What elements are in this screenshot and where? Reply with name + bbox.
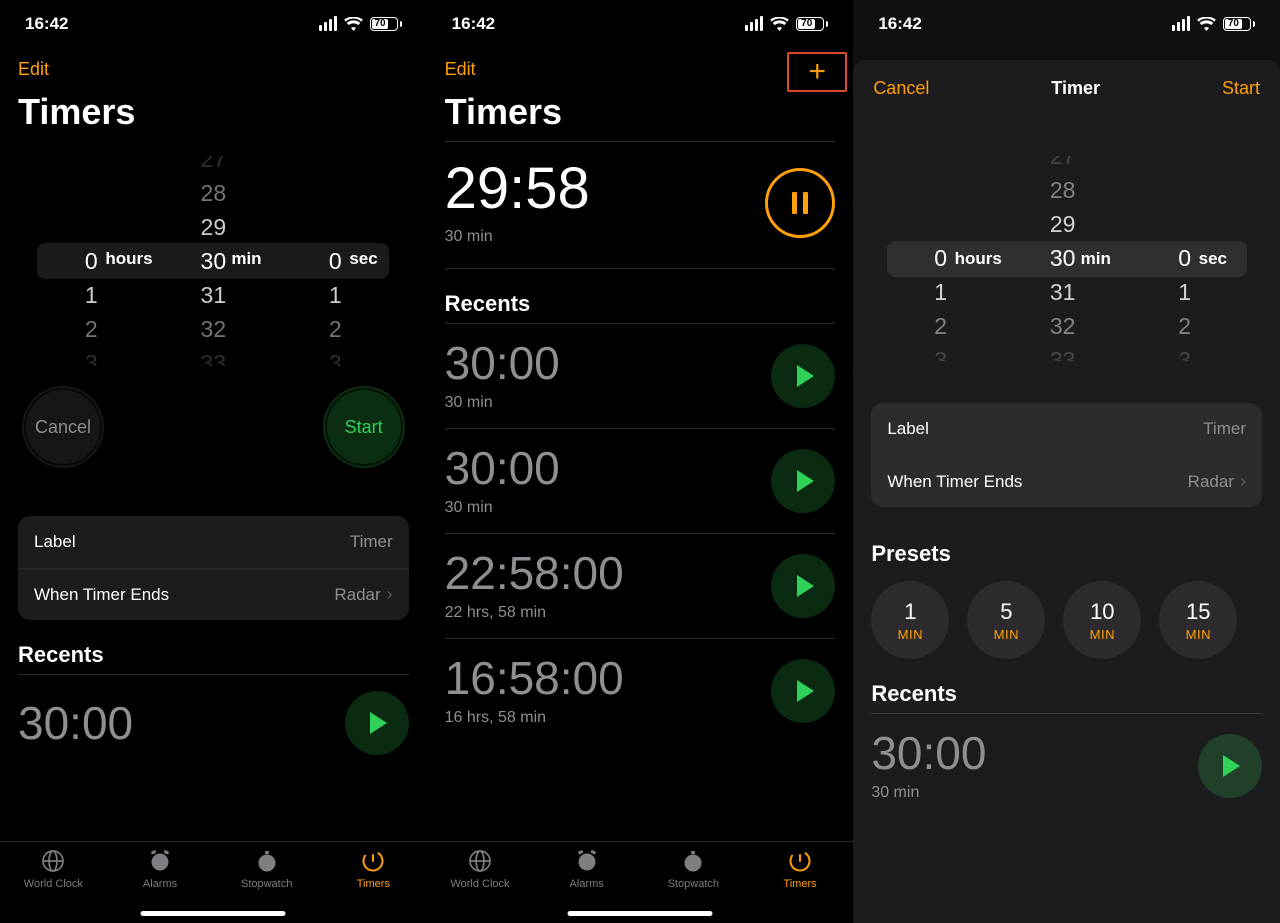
recent-item[interactable]: 30:0030 min [445,324,836,429]
wifi-icon [770,17,789,31]
preset-button[interactable]: 5MIN [967,581,1045,659]
play-icon [797,575,814,597]
label-row[interactable]: Label Timer [18,516,409,568]
play-button[interactable] [771,659,835,723]
globe-icon [467,848,493,874]
preset-button[interactable]: 10MIN [1063,581,1141,659]
battery-icon: 70 [796,17,828,31]
stopwatch-icon [680,848,706,874]
running-timer[interactable]: 29:58 30 min [445,142,836,269]
phone-screen-2: 16:42 70 Edit + Timers 29:58 30 min Rece… [427,0,854,923]
add-button-highlight: + [787,52,847,92]
home-indicator[interactable] [141,911,286,916]
statusbar-time: 16:42 [25,14,68,34]
pause-button[interactable] [765,168,835,238]
page-title: Timers [427,91,854,141]
battery-icon: 70 [370,17,402,31]
start-button[interactable]: Start [1222,78,1260,99]
home-indicator[interactable] [567,911,712,916]
hours-wheel[interactable]: ... 0 1 2 3 hours [877,156,1005,361]
minutes-wheel[interactable]: 27 28 29 30 31 32 33 min [155,156,271,366]
pause-icon [792,192,797,214]
when-timer-ends-row[interactable]: When Timer Ends Radar› [18,568,409,620]
page-title: Timers [0,91,427,141]
recent-item[interactable]: 22:58:0022 hrs, 58 min [445,534,836,639]
timer-options-list: Label Timer When Timer Ends Radar› [18,516,409,620]
alarm-icon [147,848,173,874]
play-button[interactable] [1198,734,1262,798]
statusbar: 16:42 70 [853,0,1280,47]
tab-timers[interactable]: Timers [747,848,854,923]
sheet-title: Timer [1051,78,1100,99]
recents-heading: Recents [871,681,1262,707]
tab-world-clock[interactable]: World Clock [0,848,107,923]
play-icon [797,470,814,492]
play-icon [797,680,814,702]
statusbar-time: 16:42 [452,14,495,34]
chevron-right-icon: › [387,584,393,605]
seconds-wheel[interactable]: ... 0 1 2 3 sec [1121,156,1249,361]
preset-button[interactable]: 1MIN [871,581,949,659]
alarm-icon [574,848,600,874]
edit-button[interactable]: Edit [18,59,49,80]
play-icon [797,365,814,387]
recents-heading: Recents [18,642,409,668]
phone-screen-3: 16:42 70 Cancel Timer Start ... 0 1 2 [853,0,1280,923]
running-timer-label: 30 min [445,228,590,246]
duration-picker[interactable]: ... 0 1 2 3 hours 27 28 29 30 31 32 33 m… [27,156,399,366]
wifi-icon [1197,17,1216,31]
presets-heading: Presets [871,541,1262,567]
label-row[interactable]: Label Timer [871,403,1262,455]
timer-icon [787,848,813,874]
statusbar: 16:42 70 [0,0,427,47]
preset-button[interactable]: 15MIN [1159,581,1237,659]
globe-icon [40,848,66,874]
recent-item[interactable]: 16:58:0016 hrs, 58 min [445,639,836,743]
add-button[interactable]: + [802,55,832,89]
running-timer-time: 29:58 [445,160,590,218]
play-icon [370,712,387,734]
recent-item[interactable]: 30:0030 min [445,429,836,534]
hours-wheel[interactable]: ... 0 1 2 3 hours [27,156,155,366]
play-button[interactable] [771,554,835,618]
duration-picker[interactable]: ... 0 1 2 3 hours 27 28 29 30 31 32 33 m… [877,156,1257,361]
play-icon [1223,755,1240,777]
seconds-wheel[interactable]: ... 0 1 2 3 sec [271,156,399,366]
cancel-button[interactable]: Cancel [873,78,929,99]
edit-button[interactable]: Edit [445,59,476,80]
recents-heading: Recents [445,291,836,317]
cancel-button[interactable]: Cancel [22,386,104,468]
wifi-icon [344,17,363,31]
play-button[interactable] [771,344,835,408]
chevron-right-icon: › [1240,471,1246,492]
tab-timers[interactable]: Timers [320,848,427,923]
navbar: Edit [0,47,427,91]
cellular-icon [319,16,337,31]
timer-options-list: Label Timer When Timer Ends Radar› [871,403,1262,507]
minutes-wheel[interactable]: 27 28 29 30 31 32 33 min [1005,156,1121,361]
recent-item[interactable]: 30:00 30 min [871,714,1262,818]
sheet-navbar: Cancel Timer Start [853,60,1280,116]
phone-screen-1: 16:42 70 Edit Timers ... 0 1 2 3 hours [0,0,427,923]
presets-row: 1MIN 5MIN 10MIN 15MIN [871,581,1262,659]
new-timer-sheet: Cancel Timer Start ... 0 1 2 3 hours 27 … [853,60,1280,923]
when-timer-ends-row[interactable]: When Timer Ends Radar› [871,455,1262,507]
start-button[interactable]: Start [323,386,405,468]
statusbar-time: 16:42 [878,14,921,34]
battery-icon: 70 [1223,17,1255,31]
cellular-icon [1172,16,1190,31]
cellular-icon [745,16,763,31]
statusbar: 16:42 70 [427,0,854,47]
play-button[interactable] [771,449,835,513]
tab-world-clock[interactable]: World Clock [427,848,534,923]
play-button[interactable] [345,691,409,755]
recent-item[interactable]: 30:00 [18,675,409,771]
stopwatch-icon [254,848,280,874]
timer-icon [360,848,386,874]
